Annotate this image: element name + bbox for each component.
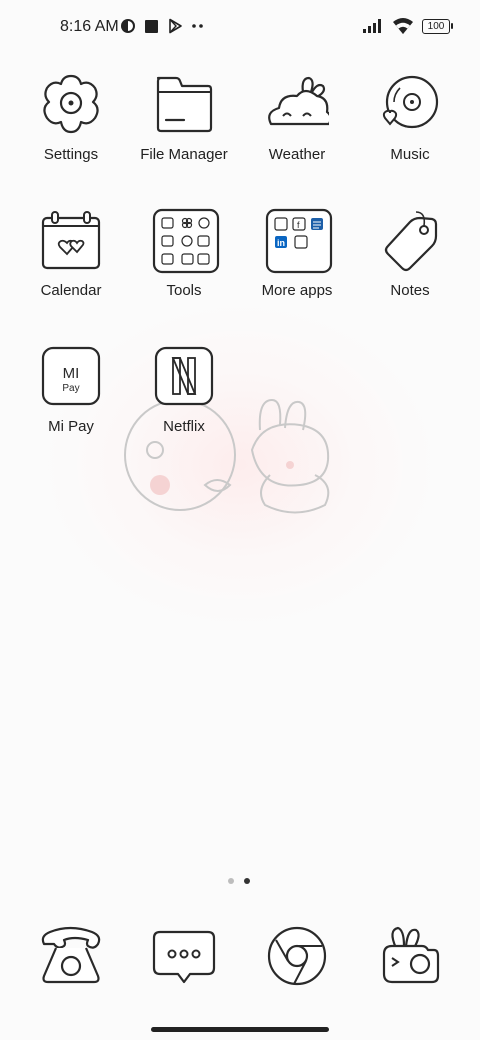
app-label: Mi Pay <box>48 418 94 435</box>
app-netflix[interactable]: Netflix <box>127 344 241 435</box>
dock-camera[interactable] <box>378 924 442 988</box>
netflix-icon <box>154 346 214 406</box>
calendar-hearts-icon <box>41 211 101 270</box>
status-bar: 8:16 AM 100 <box>0 0 480 56</box>
app-label: File Manager <box>140 146 228 163</box>
more-apps-folder-icon: f in <box>265 208 333 274</box>
mi-pay-logo-text: MI <box>63 365 80 382</box>
play-store-icon <box>169 18 182 34</box>
messages-icon <box>152 930 216 984</box>
page-dot[interactable] <box>228 878 234 884</box>
dock-chrome[interactable] <box>265 924 329 988</box>
status-right-icons: 100 <box>362 17 453 35</box>
app-settings[interactable]: Settings <box>14 72 128 163</box>
dock-messages[interactable] <box>152 924 216 988</box>
app-label: Settings <box>43 146 99 163</box>
wifi-icon <box>393 18 413 34</box>
tools-folder-icon <box>152 208 220 274</box>
chrome-icon <box>267 926 327 986</box>
vpn-icon <box>121 19 135 33</box>
stop-icon <box>145 19 158 33</box>
mi-pay-icon: MI Pay <box>41 346 101 406</box>
settings-flower-icon <box>43 74 99 134</box>
page-indicator <box>228 878 250 884</box>
app-weather[interactable]: Weather <box>240 72 354 163</box>
app-label: Tools <box>166 282 202 299</box>
app-label: More apps <box>261 282 333 299</box>
app-label: Calendar <box>40 282 102 299</box>
app-mi-pay[interactable]: MI Pay Mi Pay <box>14 344 128 435</box>
vinyl-heart-icon <box>382 75 439 129</box>
app-label: Music <box>390 146 430 163</box>
cloud-bunny-icon <box>268 76 332 126</box>
app-notes[interactable]: Notes <box>353 208 467 299</box>
phone-icon <box>41 926 101 984</box>
app-music[interactable]: Music <box>353 72 467 163</box>
camera-bunny-icon <box>382 926 440 984</box>
folder-more-apps[interactable]: f in More apps <box>240 208 354 299</box>
page-dot-active[interactable] <box>244 878 250 884</box>
more-dots-icon <box>192 24 203 28</box>
folder-icon <box>156 76 213 133</box>
status-left-icons <box>120 18 205 34</box>
app-label: Netflix <box>163 418 205 435</box>
tag-icon <box>384 211 438 272</box>
svg-text:in: in <box>277 238 285 248</box>
status-time: 8:16 AM <box>60 18 119 35</box>
app-label: Notes <box>390 282 430 299</box>
folder-tools[interactable]: Tools <box>127 208 241 299</box>
app-file-manager[interactable]: File Manager <box>127 72 241 163</box>
app-calendar[interactable]: Calendar <box>14 208 128 299</box>
gesture-nav-handle[interactable] <box>151 1027 329 1032</box>
mi-pay-logo-subtext: Pay <box>62 383 79 394</box>
battery-icon: 100 <box>422 18 453 34</box>
signal-icon <box>363 19 381 33</box>
dock-phone[interactable] <box>38 924 102 988</box>
app-label: Weather <box>268 146 326 163</box>
